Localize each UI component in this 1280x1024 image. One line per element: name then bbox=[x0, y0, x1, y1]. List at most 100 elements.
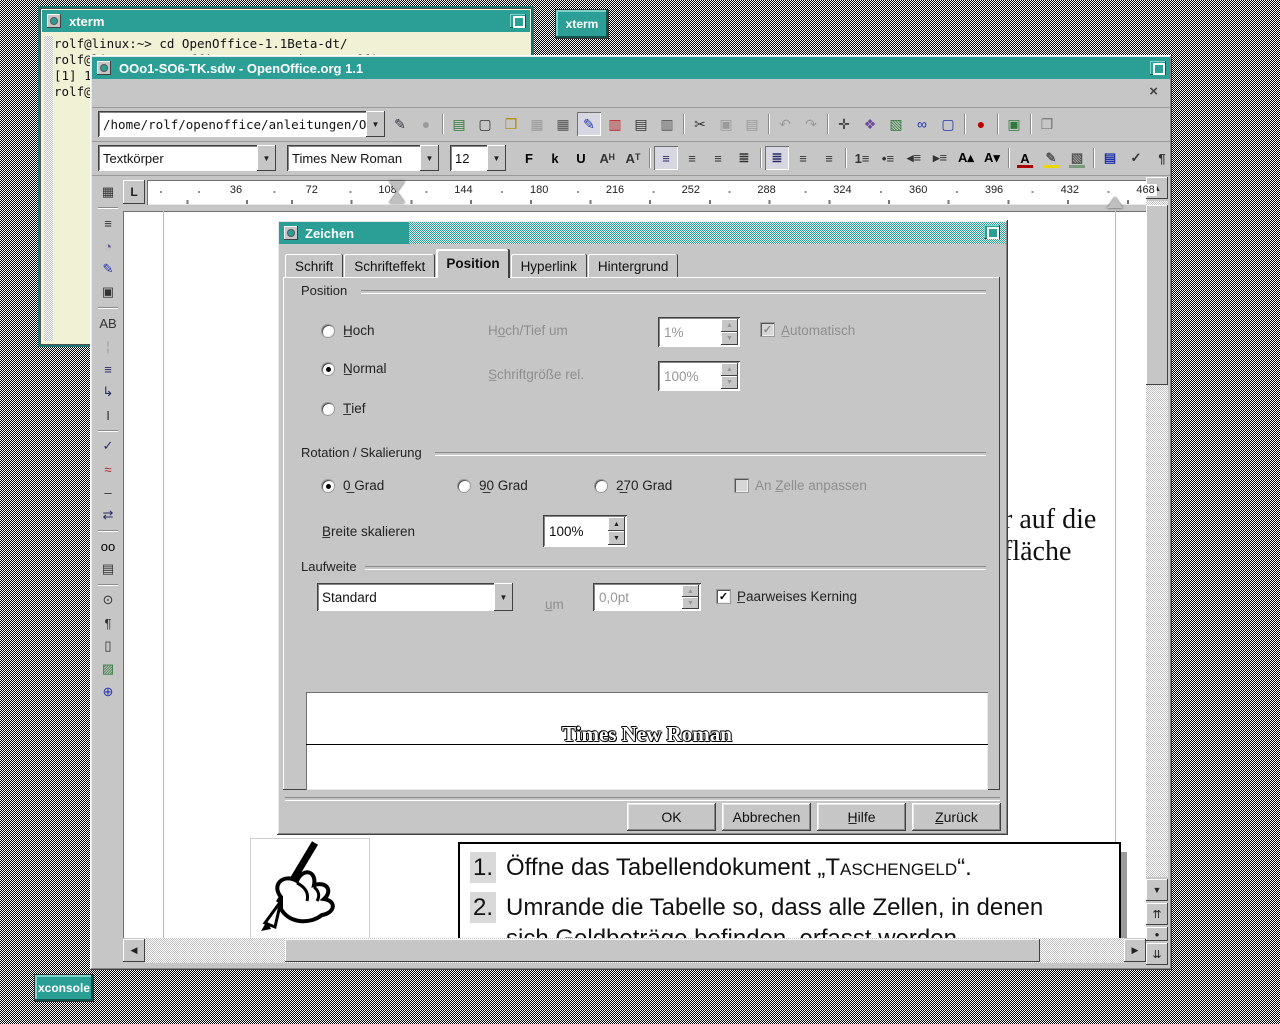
ibeam-cursor-icon[interactable]: I bbox=[96, 404, 120, 426]
font-color-icon[interactable]: A bbox=[1013, 146, 1037, 170]
highlighting-icon[interactable]: ✎ bbox=[1039, 146, 1063, 170]
scroll-left-icon[interactable]: ◀ bbox=[123, 939, 145, 962]
dialog-titlebar[interactable]: Zeichen bbox=[279, 222, 1006, 244]
xterm-minimized-window[interactable]: xterm bbox=[556, 10, 608, 38]
autoformat-icon[interactable]: ✓ bbox=[1124, 146, 1148, 170]
subscript-icon[interactable]: Aᵀ bbox=[621, 146, 645, 170]
back-button[interactable]: Z̲urück bbox=[912, 803, 1001, 831]
automatisch-checkbox[interactable] bbox=[761, 323, 774, 336]
spin-down-icon[interactable] bbox=[682, 597, 699, 609]
tab-hyperlink[interactable]: Hyperlink bbox=[510, 254, 587, 278]
previous-page-icon[interactable]: ⇈ bbox=[1146, 903, 1168, 925]
insert-image-icon[interactable]: ▣ bbox=[1002, 112, 1026, 136]
new-doc-from-template-icon[interactable]: ▤ bbox=[447, 112, 471, 136]
line-spacing-15-icon[interactable]: ≡ bbox=[791, 146, 815, 170]
insert-fields-icon[interactable]: ≡ bbox=[96, 212, 120, 234]
zoom-icon[interactable]: ⊙ bbox=[96, 589, 120, 611]
horizontal-scrollbar[interactable]: ◀ ▶ bbox=[123, 938, 1146, 963]
hyperlink-dialog-icon[interactable]: ∞ bbox=[910, 112, 934, 136]
chevron-down-icon[interactable] bbox=[420, 145, 439, 171]
menu-extras[interactable] bbox=[234, 91, 260, 95]
paste-icon[interactable]: ▤ bbox=[740, 112, 764, 136]
menu-format[interactable] bbox=[208, 91, 234, 95]
font-name-combobox[interactable]: Times New Roman bbox=[287, 145, 439, 171]
font-increase-icon[interactable]: A▴ bbox=[954, 146, 978, 170]
data-sources-icon[interactable]: ▤ bbox=[96, 558, 120, 580]
online-layout-icon[interactable]: ⊕ bbox=[96, 681, 120, 703]
undo-icon[interactable]: ↶ bbox=[773, 112, 797, 136]
new-document-icon[interactable]: ▢ bbox=[473, 112, 497, 136]
edit-file-icon[interactable]: ✎ bbox=[388, 112, 412, 136]
insert-object-icon[interactable]: ◔ bbox=[96, 235, 120, 257]
scroll-right-icon[interactable]: ▶ bbox=[1124, 939, 1146, 962]
auto-spellcheck-icon[interactable]: ≈ bbox=[96, 458, 120, 480]
tab-schrifteffekt[interactable]: Schrifteffekt bbox=[344, 254, 436, 278]
outline-icon[interactable]: ↳ bbox=[96, 381, 120, 403]
paragraph-style-combobox[interactable]: Textkörper bbox=[98, 145, 276, 171]
chevron-down-icon[interactable] bbox=[487, 145, 506, 171]
data-sources-icon[interactable]: ▢ bbox=[936, 112, 960, 136]
main-titlebar[interactable]: OOo1-SO6-TK.sdw - OpenOffice.org 1.1 bbox=[92, 57, 1170, 79]
save-document-icon[interactable]: ▦ bbox=[525, 112, 549, 136]
spellcheck-icon[interactable]: ✓ bbox=[96, 435, 120, 457]
window-menu-icon[interactable] bbox=[284, 226, 298, 240]
line-spacing-1-icon[interactable]: ≣ bbox=[765, 146, 789, 170]
radio-90-grad[interactable] bbox=[458, 480, 470, 492]
help-button[interactable]: H̲ilfe bbox=[817, 803, 906, 831]
maximize-icon[interactable] bbox=[1150, 61, 1166, 75]
font-decrease-icon[interactable]: A▾ bbox=[980, 146, 1004, 170]
an-zelle-anpassen-checkbox[interactable] bbox=[735, 479, 748, 492]
paarweises-kerning-checkbox[interactable] bbox=[717, 590, 730, 603]
bold-icon[interactable]: F bbox=[517, 146, 541, 170]
laufweite-combobox[interactable]: Standard bbox=[317, 583, 513, 611]
stop-loading-icon[interactable]: ● bbox=[414, 112, 438, 136]
navigation-icon[interactable]: ● bbox=[1146, 927, 1168, 941]
relsize-spinner[interactable]: 100% bbox=[658, 361, 740, 391]
spin-down-icon[interactable] bbox=[608, 531, 625, 545]
spin-up-icon[interactable] bbox=[721, 319, 738, 332]
maximize-icon[interactable] bbox=[510, 14, 526, 28]
save-all-icon[interactable]: ▦ bbox=[551, 112, 575, 136]
form-functions-icon[interactable]: ▣ bbox=[96, 281, 120, 303]
url-combobox[interactable]: /home/rolf/openoffice/anleitungen/OOo1-S… bbox=[98, 111, 385, 137]
spin-up-icon[interactable] bbox=[608, 517, 625, 531]
insert-table-icon[interactable]: ▦ bbox=[96, 181, 120, 203]
numbering-onoff-icon[interactable]: ≡ bbox=[96, 358, 120, 380]
cut-icon[interactable]: ✂ bbox=[688, 112, 712, 136]
tab-type-button[interactable]: L bbox=[123, 180, 145, 204]
superscript-icon[interactable]: Aᴴ bbox=[595, 146, 619, 170]
edit-mode-icon[interactable]: ✎ bbox=[577, 112, 601, 136]
export-pdf-icon[interactable]: ▥ bbox=[603, 112, 627, 136]
menu-fenster[interactable] bbox=[260, 91, 286, 95]
align-center-icon[interactable]: ≡ bbox=[680, 146, 704, 170]
spin-down-icon[interactable] bbox=[721, 332, 738, 345]
horizontal-scroll-thumb[interactable] bbox=[285, 939, 1040, 962]
copy-icon[interactable]: ▣ bbox=[714, 112, 738, 136]
xterm-titlebar[interactable]: xterm bbox=[42, 10, 530, 32]
menu-bearbeiten[interactable] bbox=[130, 91, 156, 95]
breite-skalieren-spinner[interactable]: 100% bbox=[543, 515, 627, 547]
align-right-icon[interactable]: ≡ bbox=[706, 146, 730, 170]
draw-functions-icon[interactable]: ✎ bbox=[96, 258, 120, 280]
next-page-icon[interactable]: ⇊ bbox=[1146, 943, 1168, 965]
ok-button[interactable]: OK bbox=[627, 803, 716, 831]
load-url-icon[interactable]: ❒ bbox=[1035, 112, 1059, 136]
window-menu-icon[interactable] bbox=[97, 61, 111, 75]
menu-ansicht[interactable] bbox=[156, 91, 182, 95]
scroll-down-icon[interactable]: ▼ bbox=[1146, 879, 1168, 901]
chevron-down-icon[interactable] bbox=[257, 145, 276, 171]
maximize-icon[interactable] bbox=[984, 225, 1000, 239]
autotext-icon[interactable]: AB bbox=[96, 312, 120, 334]
align-justify-icon[interactable]: ≣ bbox=[732, 146, 756, 170]
menu-hilfe[interactable] bbox=[286, 91, 312, 95]
chevron-down-icon[interactable] bbox=[494, 583, 513, 611]
menu-datei[interactable] bbox=[104, 91, 130, 95]
font-size-combobox[interactable]: 12 bbox=[450, 145, 506, 171]
decrease-indent-icon[interactable]: ◂≡ bbox=[902, 146, 926, 170]
line-spacing-2-icon[interactable]: ≡ bbox=[817, 146, 841, 170]
radio-0-grad[interactable] bbox=[322, 480, 334, 492]
nonprinting-characters-icon[interactable]: ¶ bbox=[96, 612, 120, 634]
radio-hoch[interactable] bbox=[322, 325, 334, 337]
redo-icon[interactable]: ↷ bbox=[799, 112, 823, 136]
increase-indent-icon[interactable]: ▸≡ bbox=[928, 146, 952, 170]
